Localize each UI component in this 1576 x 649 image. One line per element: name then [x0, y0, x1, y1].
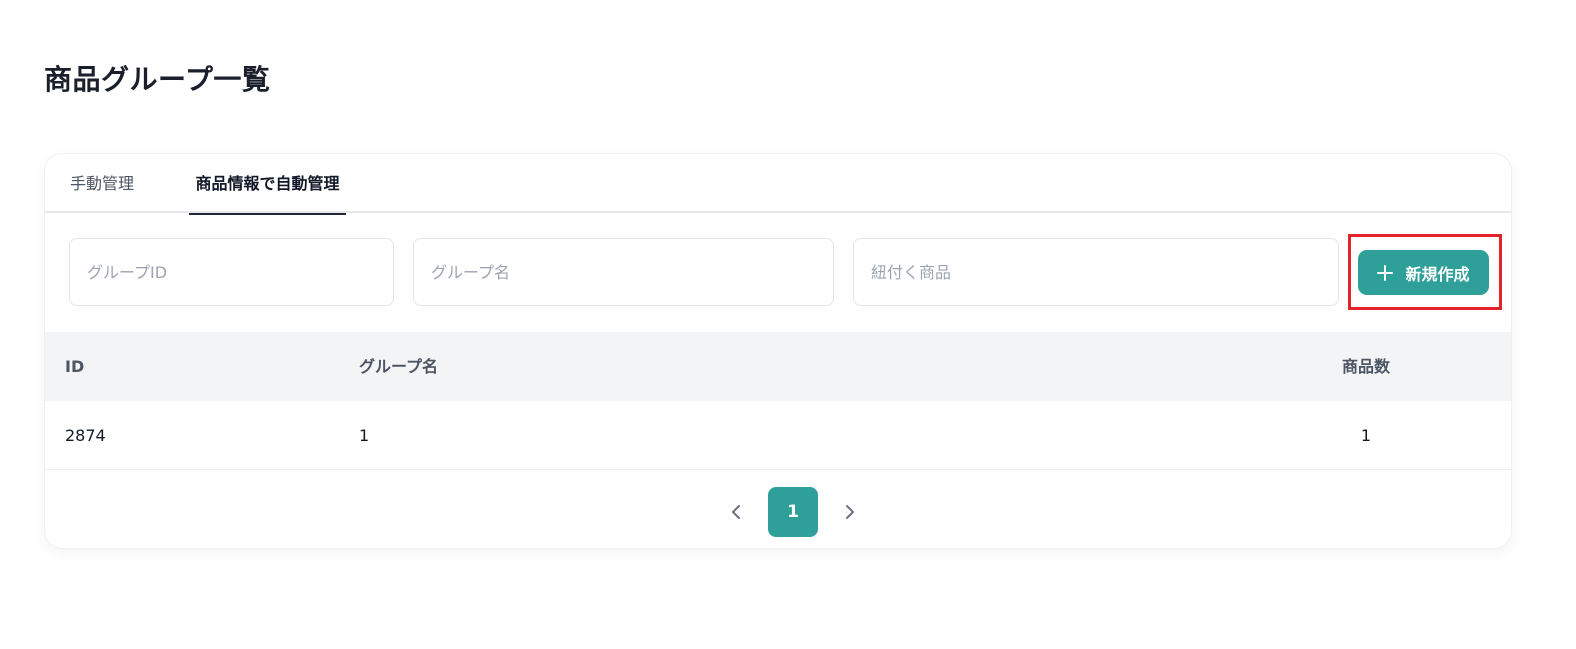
tab-bar: 手動管理 商品情報で自動管理	[45, 154, 1511, 215]
create-new-button[interactable]: 新規作成	[1358, 250, 1489, 295]
linked-product-filter-input[interactable]	[853, 238, 1339, 306]
group-id-filter-input[interactable]	[69, 238, 394, 306]
cell-product-count: 1	[1360, 426, 1372, 445]
tab-manual-management[interactable]: 手動管理	[70, 154, 134, 213]
table-header: ID グループ名 商品数	[45, 332, 1511, 401]
page-title: 商品グループ一覧	[44, 63, 271, 96]
tab-auto-management[interactable]: 商品情報で自動管理	[189, 154, 346, 215]
plus-icon	[1377, 264, 1394, 281]
group-list-card: 手動管理 商品情報で自動管理 新規作成 ID グループ名 商品数 2874 1 …	[44, 153, 1512, 549]
chevron-right-icon	[846, 505, 854, 519]
cell-id: 2874	[65, 426, 106, 445]
table-row[interactable]: 2874 1 1	[45, 401, 1511, 470]
cell-group-name: 1	[359, 426, 370, 445]
pagination: 1	[45, 487, 1511, 537]
column-header-product-count: 商品数	[1341, 357, 1390, 376]
chevron-left-icon	[732, 505, 740, 519]
page-number-current[interactable]: 1	[768, 487, 818, 537]
group-name-filter-input[interactable]	[413, 238, 834, 306]
previous-page-button[interactable]	[716, 487, 756, 537]
column-header-group-name: グループ名	[359, 357, 439, 376]
next-page-button[interactable]	[830, 487, 870, 537]
create-new-button-label: 新規作成	[1405, 264, 1470, 284]
column-header-id: ID	[65, 357, 85, 376]
